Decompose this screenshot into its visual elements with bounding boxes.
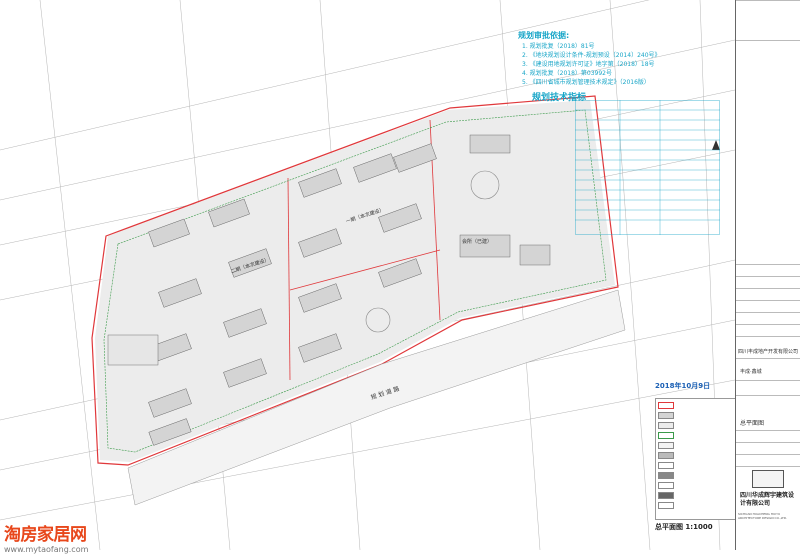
scale-label: 总平面图 1:1000	[655, 523, 713, 531]
watermark-logo: 淘房家居网	[4, 525, 87, 545]
drawing-name: 总平面图	[740, 420, 765, 427]
basis-item: 4. 规划批复（2018）第03992号	[522, 70, 612, 77]
project-name: 丰成·鑫城	[740, 369, 762, 375]
company-name-en: SICHUAN HUACHENG HUIYU ARCHITECTURE DESI…	[738, 512, 788, 520]
basis-item: 1. 规划批复（2018）81号	[522, 43, 595, 50]
label-club: 会所（已建）	[462, 239, 493, 245]
basis-item: 2. 《地块规划设计条件-规划预设（2014）240号》	[522, 52, 661, 59]
legend	[655, 398, 737, 520]
date-stamp: 2018年10月9日	[655, 382, 711, 390]
basis-item: 5. 《四川省城市规划管理技术规定》（2016版）	[522, 79, 650, 86]
basis-heading: 规划审批依据:	[518, 31, 570, 40]
company-name: 四川华成辉宇建筑设计有限公司	[740, 492, 795, 507]
basis-item: 3. 《建设用地规划许可证》地字第（2018）18号	[522, 61, 655, 68]
client-name: 四川丰成地产开发有限公司	[738, 349, 799, 355]
title-block: 四川丰成地产开发有限公司 丰成·鑫城 总平面图 四川华成辉宇建筑设计有限公司 S…	[735, 0, 800, 550]
watermark: 淘房家居网 www.mytaofang.com	[4, 520, 88, 554]
company-logo-icon	[752, 470, 784, 488]
indicators-table	[575, 100, 720, 235]
